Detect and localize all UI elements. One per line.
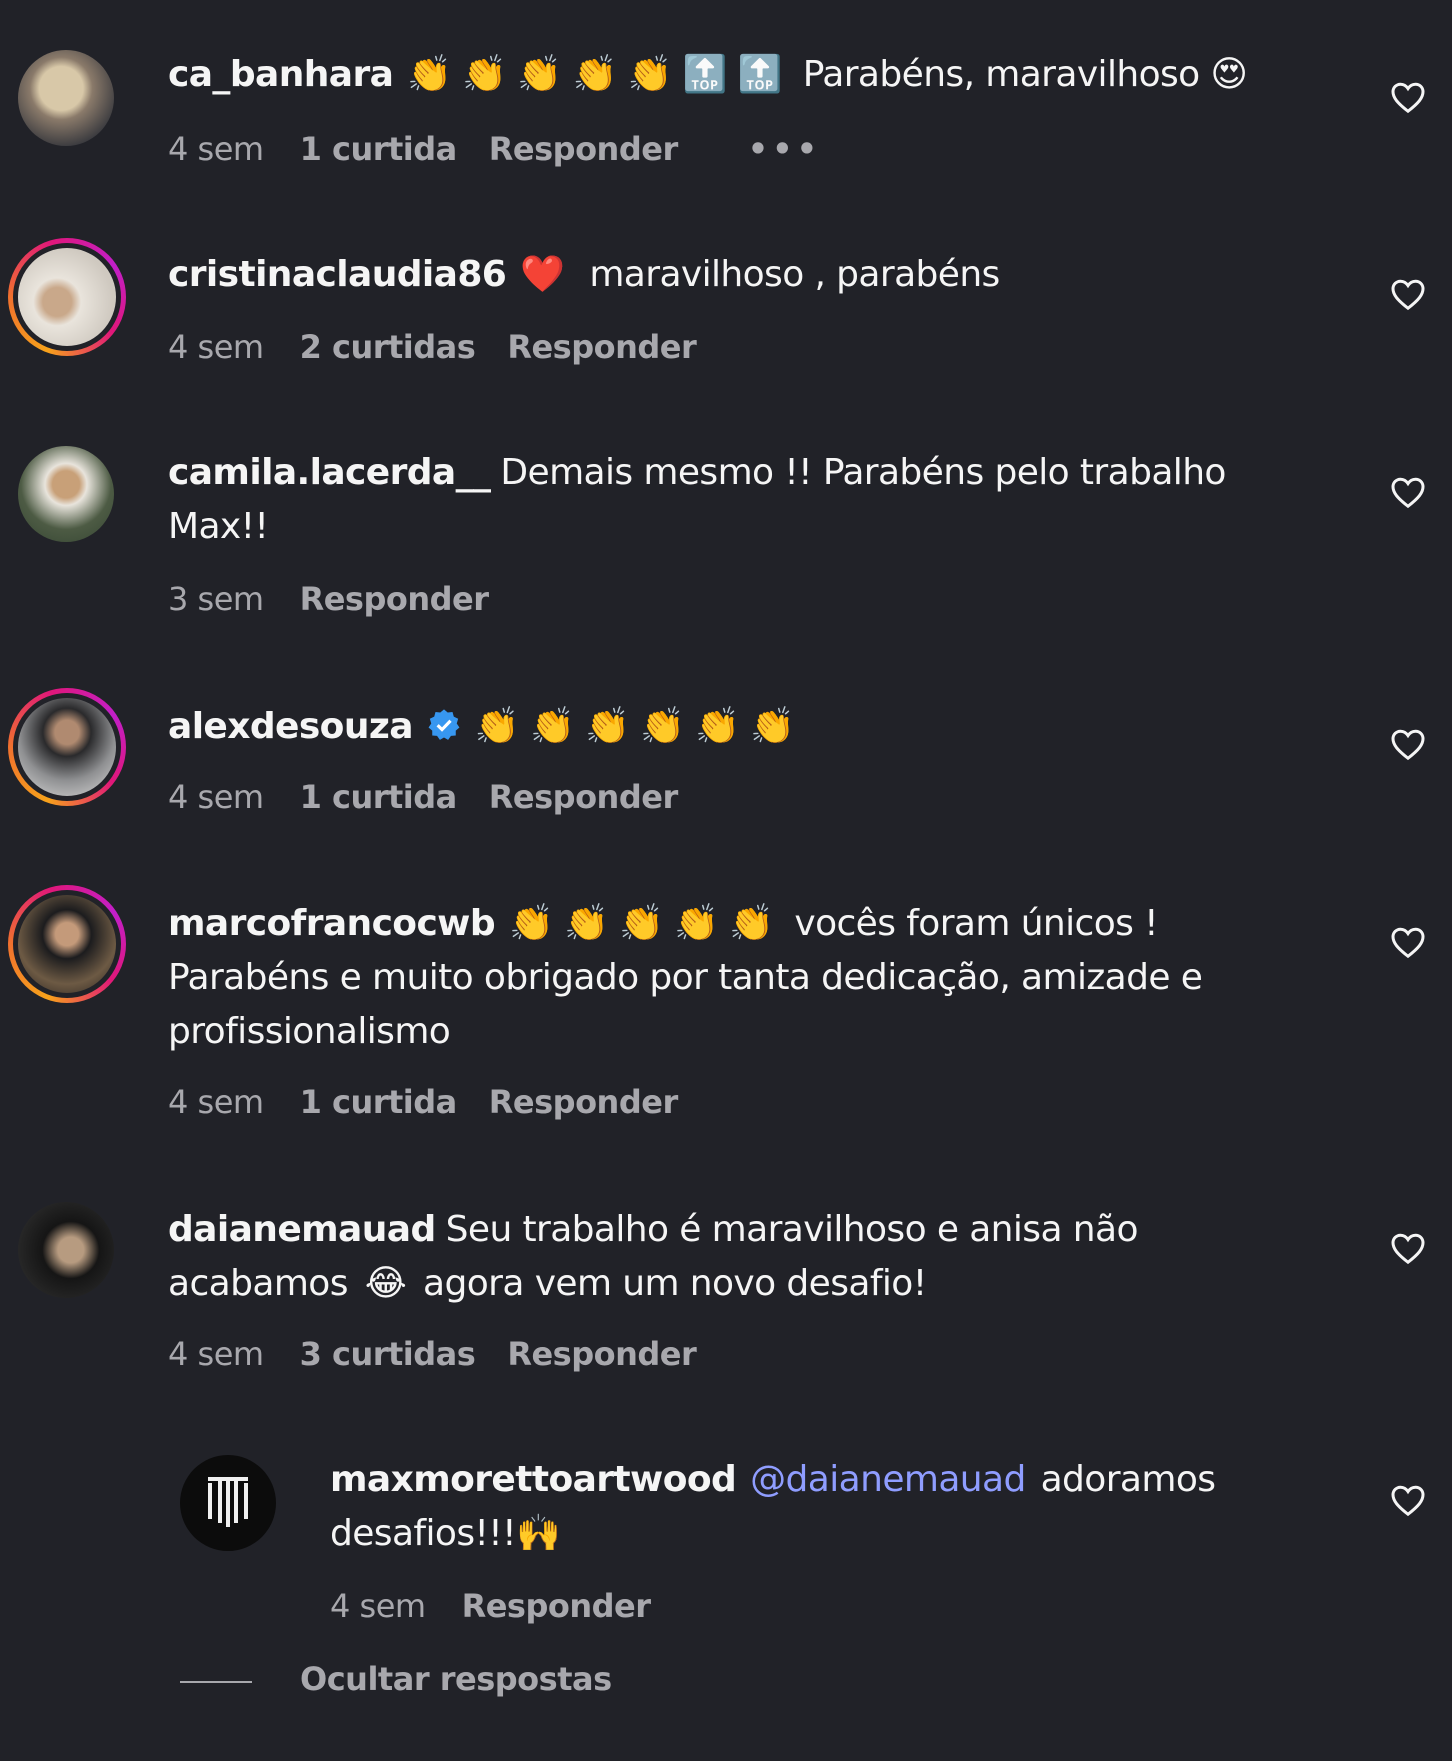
heart-emoji: ❤️ bbox=[520, 254, 565, 295]
comment-text: ca_banhara 👏 👏 👏 👏 👏 🔝 🔝 Parabéns, maravi… bbox=[168, 48, 1303, 102]
comment-meta: 4 sem 1 curtida Responder bbox=[168, 1083, 710, 1121]
timestamp: 4 sem bbox=[168, 1335, 264, 1373]
like-heart-icon[interactable] bbox=[1390, 1231, 1426, 1265]
comment-meta: 4 sem Responder bbox=[330, 1587, 683, 1625]
avatar[interactable] bbox=[18, 1202, 114, 1298]
clap-emojis: 👏 👏 👏 👏 👏 🔝 🔝 bbox=[407, 54, 782, 95]
comment-text: camila.lacerda__ Demais mesmo !! Parabéns… bbox=[168, 446, 1303, 554]
like-heart-icon[interactable] bbox=[1390, 925, 1426, 959]
like-heart-icon[interactable] bbox=[1390, 475, 1426, 509]
reply-button[interactable]: Responder bbox=[507, 1335, 696, 1373]
heart-eyes-emoji: 😍 bbox=[1210, 54, 1248, 95]
likes-count[interactable]: 1 curtida bbox=[300, 778, 458, 816]
timestamp: 4 sem bbox=[168, 328, 264, 366]
comment-body: maravilhoso , parabéns bbox=[589, 254, 1000, 295]
avatar[interactable] bbox=[18, 50, 114, 146]
clap-emojis: 👏 👏 👏 👏 👏 bbox=[509, 903, 774, 944]
timestamp: 4 sem bbox=[168, 1083, 264, 1121]
hide-replies-button[interactable]: Ocultar respostas bbox=[300, 1660, 612, 1698]
timestamp: 4 sem bbox=[168, 130, 264, 168]
reply-button[interactable]: Responder bbox=[462, 1587, 651, 1625]
like-heart-icon[interactable] bbox=[1390, 80, 1426, 114]
username[interactable]: alexdesouza bbox=[168, 706, 413, 747]
comment-text: maxmorettoartwood @daianemauad adoramos d… bbox=[330, 1453, 1310, 1561]
comment-meta: 4 sem 2 curtidas Responder bbox=[168, 328, 728, 366]
comment-body-continued: agora vem um novo desafio! bbox=[423, 1263, 927, 1304]
like-heart-icon[interactable] bbox=[1390, 1483, 1426, 1517]
comment-text: alexdesouza 👏 👏 👏 👏 👏 👏 bbox=[168, 700, 1303, 754]
username[interactable]: ca_banhara bbox=[168, 54, 394, 95]
timestamp: 4 sem bbox=[168, 778, 264, 816]
mention-link[interactable]: @daianemauad bbox=[750, 1459, 1026, 1500]
avatar-story-ring[interactable] bbox=[8, 885, 126, 1003]
comment-text: cristinaclaudia86 ❤️ maravilhoso , parabé… bbox=[168, 248, 1303, 302]
clap-emojis: 👏 👏 👏 👏 👏 👏 bbox=[474, 706, 795, 747]
reply-button[interactable]: Responder bbox=[489, 130, 678, 168]
reply-button[interactable]: Responder bbox=[489, 1083, 678, 1121]
timestamp: 4 sem bbox=[330, 1587, 426, 1625]
comment-body: Parabéns, maravilhoso bbox=[802, 54, 1200, 95]
laughing-emoji: 😂 bbox=[364, 1263, 407, 1304]
more-options-icon[interactable]: ••• bbox=[748, 130, 821, 168]
like-heart-icon[interactable] bbox=[1390, 277, 1426, 311]
avatar[interactable] bbox=[18, 446, 114, 542]
username[interactable]: cristinaclaudia86 bbox=[168, 254, 507, 295]
avatar-story-ring[interactable] bbox=[8, 688, 126, 806]
likes-count[interactable]: 1 curtida bbox=[300, 130, 458, 168]
comment-text: daianemauad Seu trabalho é maravilhoso e … bbox=[168, 1203, 1303, 1311]
username[interactable]: marcofrancocwb bbox=[168, 903, 496, 944]
reply-button[interactable]: Responder bbox=[507, 328, 696, 366]
brand-logo-icon bbox=[208, 1477, 248, 1527]
raising-hands-emoji: 🙌 bbox=[515, 1513, 561, 1554]
avatar-logo[interactable] bbox=[180, 1455, 276, 1551]
likes-count[interactable]: 3 curtidas bbox=[300, 1335, 476, 1373]
verified-badge-icon bbox=[428, 709, 460, 740]
likes-count[interactable]: 1 curtida bbox=[300, 1083, 458, 1121]
timestamp: 3 sem bbox=[168, 580, 264, 618]
reply-button[interactable]: Responder bbox=[489, 778, 678, 816]
likes-count[interactable]: 2 curtidas bbox=[300, 328, 476, 366]
comment-text: marcofrancocwb 👏 👏 👏 👏 👏 vocês foram únic… bbox=[168, 897, 1303, 1059]
username[interactable]: maxmorettoartwood bbox=[330, 1459, 737, 1500]
username[interactable]: camila.lacerda__ bbox=[168, 452, 491, 493]
username[interactable]: daianemauad bbox=[168, 1209, 436, 1250]
comment-meta: 4 sem 1 curtida Responder ••• bbox=[168, 130, 853, 168]
avatar-story-ring[interactable] bbox=[8, 238, 126, 356]
like-heart-icon[interactable] bbox=[1390, 727, 1426, 761]
divider-line bbox=[180, 1681, 252, 1683]
comment-meta: 4 sem 1 curtida Responder bbox=[168, 778, 710, 816]
reply-button[interactable]: Responder bbox=[300, 580, 489, 618]
comment-meta: 4 sem 3 curtidas Responder bbox=[168, 1335, 728, 1373]
comment-meta: 3 sem Responder bbox=[168, 580, 521, 618]
